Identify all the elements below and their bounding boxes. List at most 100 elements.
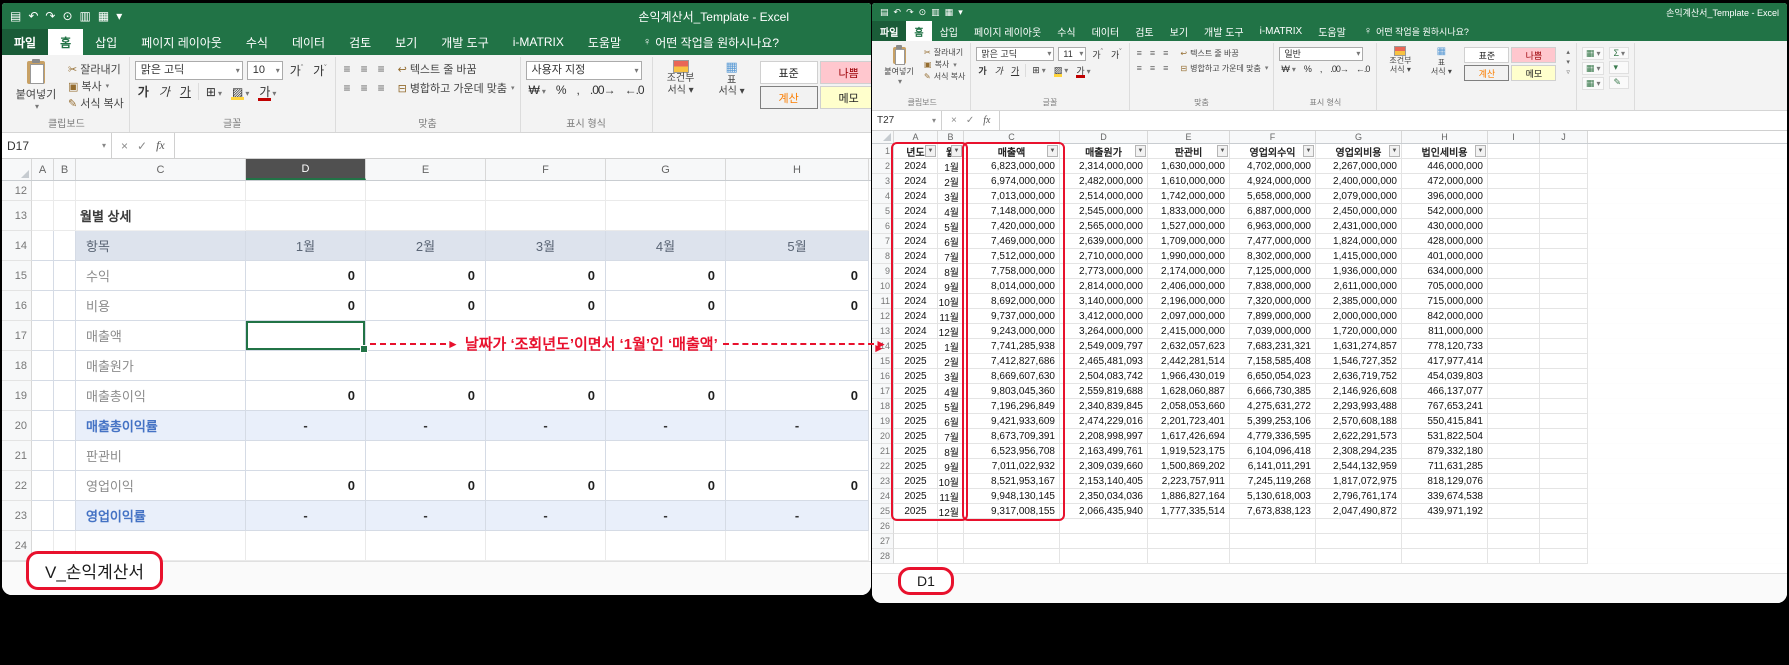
row-label-cell[interactable]: 영업이익률 [76, 501, 246, 531]
data-cell[interactable]: 1,709,000,000 [1148, 234, 1230, 249]
data-cell[interactable]: 2025 [894, 504, 938, 519]
ribbon-tab-데이터[interactable]: 데이터 [1084, 21, 1128, 41]
cell[interactable] [1540, 444, 1588, 459]
cell[interactable] [894, 534, 938, 549]
cell[interactable] [1488, 444, 1540, 459]
data-cell[interactable]: 401,000,000 [1402, 249, 1488, 264]
cell[interactable] [1488, 339, 1540, 354]
ribbon-tab-도움말[interactable]: 도움말 [1310, 21, 1354, 41]
align-bottom-icon[interactable]: ≡ [1161, 47, 1170, 59]
paste-button[interactable]: 붙여넣기 ▾ [9, 58, 63, 111]
value-cell[interactable]: 0 [246, 261, 366, 291]
row-header-14[interactable]: 14 [2, 231, 32, 261]
value-cell[interactable] [726, 441, 869, 471]
data-header-cell[interactable]: 년도▼ [894, 144, 938, 159]
data-cell[interactable]: 2,406,000,000 [1148, 279, 1230, 294]
cell[interactable] [246, 531, 366, 561]
data-cell[interactable]: 7,039,000,000 [1230, 324, 1316, 339]
data-cell[interactable]: 2024 [894, 294, 938, 309]
insert-cells-icon[interactable]: ▦▾ [1582, 47, 1605, 60]
cell[interactable] [1488, 294, 1540, 309]
cell[interactable] [726, 181, 869, 201]
qat-customize-icon[interactable]: ▾ [116, 9, 122, 23]
paste-dropdown-icon[interactable]: ▾ [898, 77, 902, 86]
cell[interactable] [32, 201, 54, 231]
cell[interactable] [32, 471, 54, 501]
data-cell[interactable]: 2024 [894, 204, 938, 219]
cell-style-memo[interactable]: 메모 [1511, 65, 1556, 81]
row-header-19[interactable]: 19 [2, 381, 32, 411]
data-header-cell[interactable]: 영업외수익▼ [1230, 144, 1316, 159]
value-cell[interactable]: 0 [606, 381, 726, 411]
data-cell[interactable]: 7,125,000,000 [1230, 264, 1316, 279]
data-cell[interactable]: 2024 [894, 159, 938, 174]
row-header-22[interactable]: 22 [2, 471, 32, 501]
cell[interactable] [938, 549, 964, 564]
comma-style-icon[interactable]: , [1318, 64, 1325, 74]
table-header-cell[interactable]: 항목 [76, 231, 246, 261]
data-cell[interactable]: 2025 [894, 414, 938, 429]
grow-font-icon[interactable]: 가ˆ [287, 62, 306, 79]
cell-style-calculation[interactable]: 계산 [1464, 65, 1509, 81]
data-cell[interactable]: 1,833,000,000 [1148, 204, 1230, 219]
copy-button[interactable]: ▣복사▾ [68, 78, 124, 94]
section-title-cell[interactable]: 월별 상세 [76, 201, 246, 231]
row-header-13[interactable]: 13 [2, 201, 32, 231]
value-cell[interactable]: 0 [606, 471, 726, 501]
row-header-15[interactable]: 15 [872, 354, 894, 369]
column-header-F[interactable]: F [486, 159, 606, 180]
data-cell[interactable]: 2,000,000,000 [1316, 309, 1402, 324]
data-cell[interactable]: 5월 [938, 399, 964, 414]
percent-style-icon[interactable]: % [1302, 64, 1314, 74]
row-header-3[interactable]: 3 [872, 174, 894, 189]
row-header-11[interactable]: 11 [872, 294, 894, 309]
copy-button[interactable]: ▣복사▾ [924, 59, 965, 70]
cell[interactable] [1488, 249, 1540, 264]
data-cell[interactable]: 7,758,000,000 [964, 264, 1060, 279]
cell[interactable] [894, 549, 938, 564]
paste-button[interactable]: 붙여넣기 ▾ [879, 44, 919, 86]
cell[interactable] [1540, 219, 1588, 234]
cell[interactable] [1402, 549, 1488, 564]
ribbon-tab-삽입[interactable]: 삽입 [83, 29, 129, 55]
row-header-6[interactable]: 6 [872, 219, 894, 234]
row-header-12[interactable]: 12 [872, 309, 894, 324]
data-cell[interactable]: 6,523,956,708 [964, 444, 1060, 459]
data-cell[interactable]: 3,412,000,000 [1060, 309, 1148, 324]
select-all-corner[interactable] [872, 131, 894, 143]
value-cell[interactable] [366, 321, 486, 351]
data-cell[interactable]: 2,146,926,608 [1316, 384, 1402, 399]
value-cell[interactable] [366, 351, 486, 381]
cell[interactable] [32, 181, 54, 201]
italic-button[interactable]: 가 [993, 64, 1005, 77]
value-cell[interactable]: - [366, 501, 486, 531]
data-cell[interactable]: 3,264,000,000 [1060, 324, 1148, 339]
data-cell[interactable]: 2,611,000,000 [1316, 279, 1402, 294]
cell[interactable] [606, 181, 726, 201]
data-cell[interactable]: 9,243,000,000 [964, 324, 1060, 339]
data-cell[interactable]: 2,482,000,000 [1060, 174, 1148, 189]
cell[interactable] [366, 181, 486, 201]
merge-center-button[interactable]: ⊟병합하고 가운데 맞춤▾ [398, 80, 515, 96]
row-header-18[interactable]: 18 [872, 399, 894, 414]
data-cell[interactable]: 2025 [894, 369, 938, 384]
cell[interactable] [606, 201, 726, 231]
paste-dropdown-icon[interactable]: ▾ [35, 102, 39, 111]
cell[interactable] [1540, 264, 1588, 279]
cell[interactable] [54, 181, 76, 201]
data-cell[interactable]: 446,000,000 [1402, 159, 1488, 174]
sheet-tab-v-income-statement[interactable]: V_손익계산서 [26, 551, 163, 590]
data-cell[interactable]: 11월 [938, 309, 964, 324]
cell[interactable] [1540, 354, 1588, 369]
cell[interactable] [32, 381, 54, 411]
value-cell[interactable] [486, 441, 606, 471]
data-cell[interactable]: 2025 [894, 444, 938, 459]
column-header-H[interactable]: H [726, 159, 869, 180]
column-header-E[interactable]: E [1148, 131, 1230, 143]
delete-cells-icon[interactable]: ▦▾ [1582, 62, 1605, 75]
data-cell[interactable]: 396,000,000 [1402, 189, 1488, 204]
column-header-D[interactable]: D [246, 159, 366, 180]
cell[interactable] [964, 534, 1060, 549]
data-cell[interactable]: 1,617,426,694 [1148, 429, 1230, 444]
filter-dropdown-icon[interactable]: ▼ [1475, 145, 1486, 157]
